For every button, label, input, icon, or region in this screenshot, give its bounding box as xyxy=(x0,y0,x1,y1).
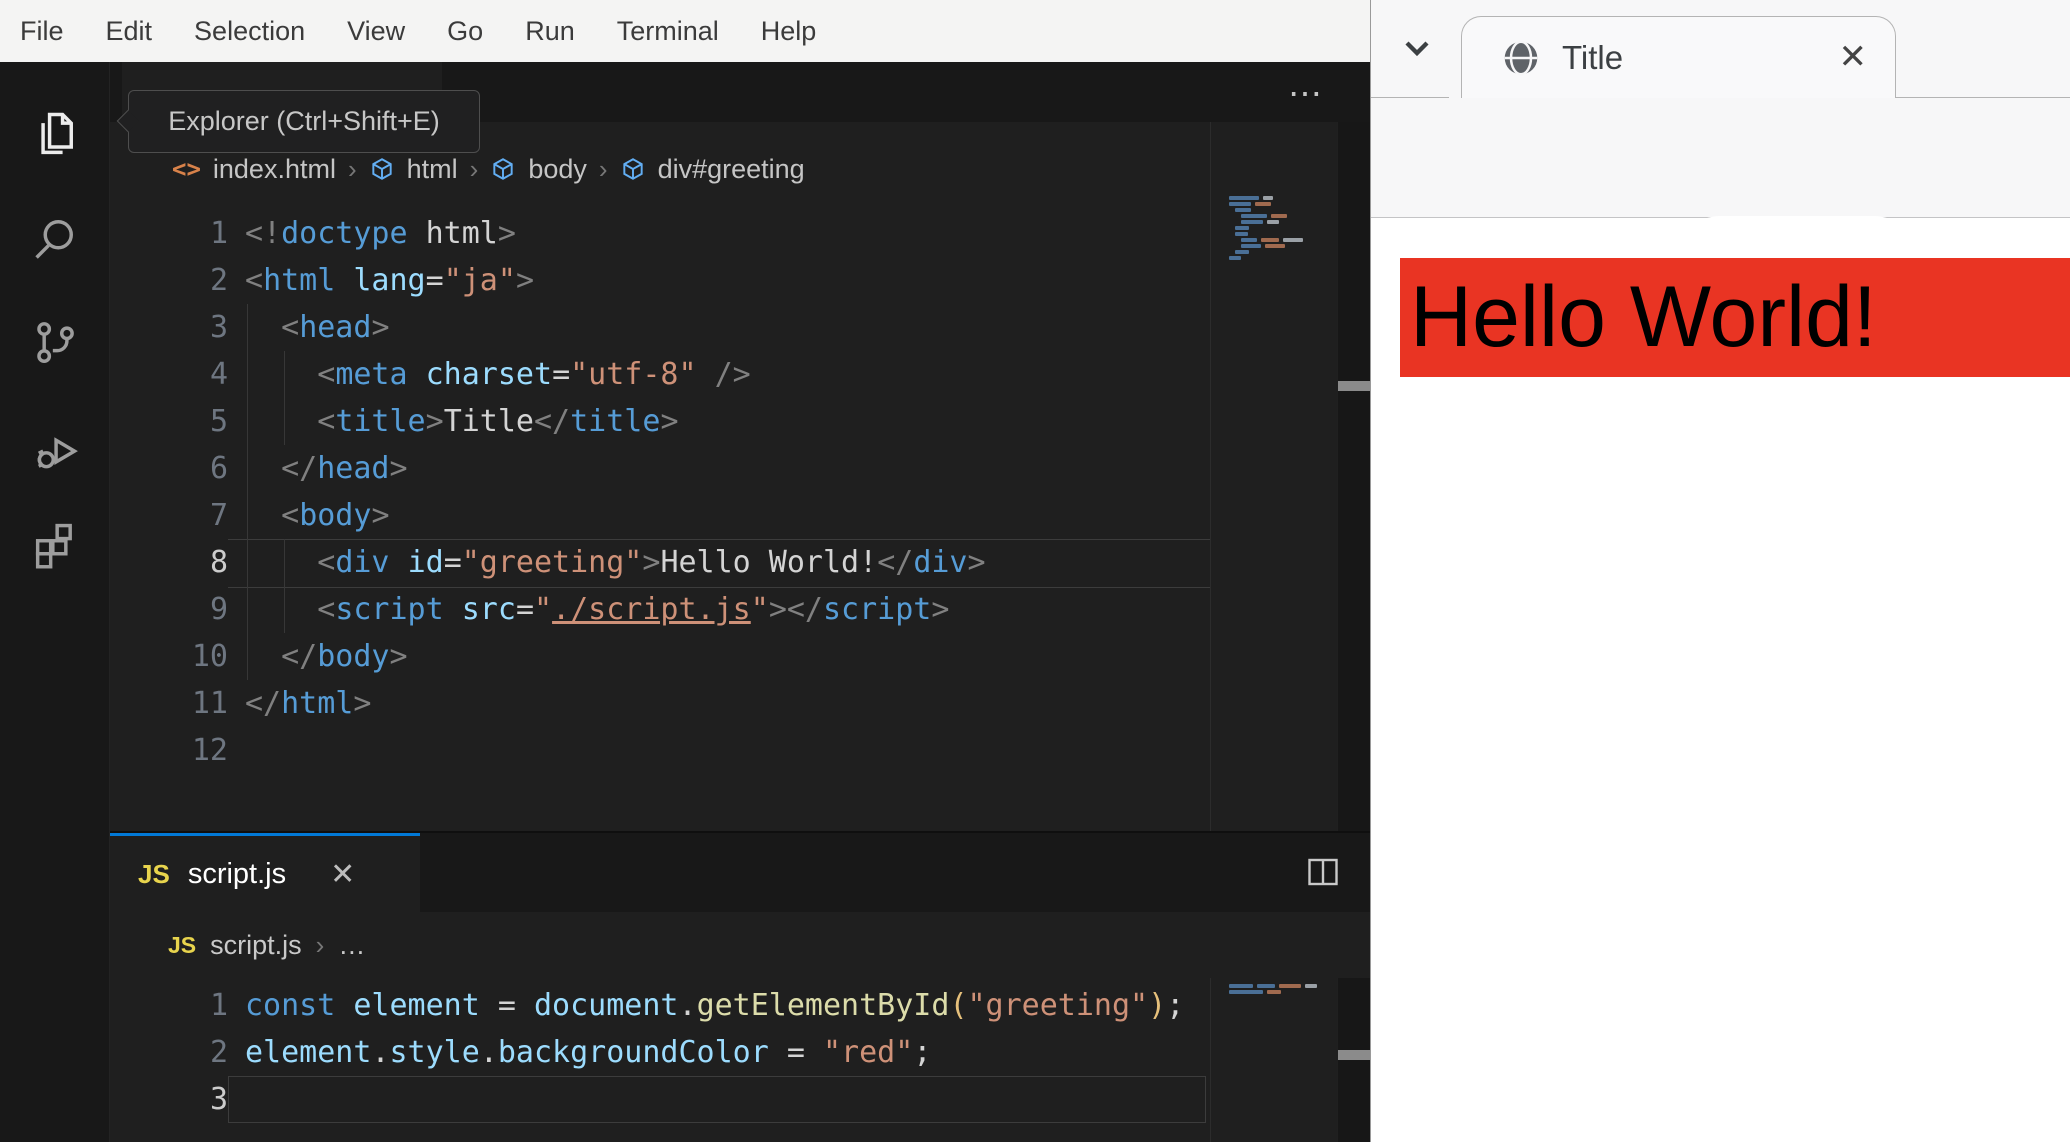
chevron-right-icon: › xyxy=(315,929,325,960)
code-line[interactable]: 5 <title>Title</title> xyxy=(110,398,1340,445)
browser-tab[interactable]: Title ✕ xyxy=(1461,16,1896,98)
code-line[interactable]: 3 <head> xyxy=(110,304,1340,351)
line-number: 6 xyxy=(209,451,228,486)
line-number: 10 xyxy=(191,639,228,674)
explorer-files-icon[interactable] xyxy=(0,82,110,186)
menu-item-edit[interactable]: Edit xyxy=(106,16,153,47)
screen: File Edit Selection View Go Run Terminal Help ⋯… xyxy=(0,0,2070,1142)
code-line[interactable]: 9 <script src="./script.js"></script> xyxy=(110,586,1340,633)
breadcrumb-div-seg[interactable]: div#greeting xyxy=(658,154,805,185)
greeting-banner: Hello World! xyxy=(1400,258,2070,377)
scrollbar-slider[interactable] xyxy=(1338,1050,1371,1060)
scrollbar-track[interactable] xyxy=(1337,122,1371,831)
html-editor[interactable]: 1 <!doctype html> 2 <html lang="ja"> 3 <head… xyxy=(110,210,1340,774)
run-debug-icon[interactable] xyxy=(0,398,110,502)
tab-search-chevron-down-icon[interactable] xyxy=(1397,28,1437,68)
line-number: 1 xyxy=(209,988,228,1023)
line-number: 3 xyxy=(209,1082,228,1117)
browser-window: Title ✕ ファイル /home/u xyxy=(1370,0,2070,1142)
search-icon[interactable] xyxy=(0,186,110,290)
menu-item-view[interactable]: View xyxy=(347,16,405,47)
code-line[interactable]: 7 <body> xyxy=(110,492,1340,539)
line-number: 8 xyxy=(209,545,228,580)
line-number: 3 xyxy=(209,310,228,345)
breadcrumb: JS script.js › … xyxy=(110,912,1370,978)
breadcrumb-body-seg[interactable]: body xyxy=(528,154,587,185)
scrollbar-slider[interactable] xyxy=(1338,381,1371,391)
scrollbar-track[interactable] xyxy=(1337,978,1371,1142)
line-number: 5 xyxy=(209,404,228,439)
split-editor-icon[interactable] xyxy=(1305,854,1341,890)
js-editor[interactable]: 1 const element = document.getElementById… xyxy=(110,982,1340,1123)
tab-title: Title xyxy=(1562,38,1624,76)
code-line[interactable]: 3 xyxy=(110,1076,1340,1123)
menu-item-file[interactable]: File xyxy=(20,16,64,47)
tab-script-js[interactable]: JS script.js ✕ xyxy=(110,833,420,912)
chevron-right-icon: › xyxy=(469,153,479,184)
line-number: 2 xyxy=(209,263,228,298)
code-line[interactable]: 12 xyxy=(110,727,1340,774)
line-number: 7 xyxy=(209,498,228,533)
tab-bar-js: JS script.js ✕ ⋯ xyxy=(110,833,1409,912)
source-control-icon[interactable] xyxy=(0,290,110,394)
menu-item-run[interactable]: Run xyxy=(525,16,575,47)
code-line[interactable]: 11 </html> xyxy=(110,680,1340,727)
browser-toolbar: ファイル /home/u xyxy=(1371,98,2070,294)
globe-icon xyxy=(1504,39,1538,76)
menu-item-terminal[interactable]: Terminal xyxy=(617,16,719,47)
menubar: File Edit Selection View Go Run Terminal Help xyxy=(0,0,1370,62)
code-line[interactable]: 2 <html lang="ja"> xyxy=(110,257,1340,304)
code-line[interactable]: 2 element.style.backgroundColor = "red"; xyxy=(110,1029,1340,1076)
more-actions-icon[interactable]: ⋯ xyxy=(1288,74,1324,114)
js-file-icon: JS xyxy=(138,858,170,889)
breadcrumb-file[interactable]: script.js xyxy=(210,930,302,961)
explorer-tooltip: Explorer (Ctrl+Shift+E) xyxy=(128,90,480,153)
line-number: 2 xyxy=(209,1035,228,1070)
html-file-icon: <> xyxy=(172,155,201,183)
symbol-cube-icon xyxy=(622,158,643,180)
extensions-icon[interactable] xyxy=(0,492,110,596)
symbol-cube-icon xyxy=(371,158,392,180)
code-line[interactable]: 4 <meta charset="utf-8" /> xyxy=(110,351,1340,398)
chevron-right-icon: › xyxy=(598,153,608,184)
browser-tab-strip: Title ✕ xyxy=(1371,0,2070,98)
activity-bar xyxy=(0,62,110,1142)
browser-page-content: Hello World! xyxy=(1371,218,2070,1142)
breadcrumb-file[interactable]: index.html xyxy=(213,154,336,185)
code-line[interactable]: 1 const element = document.getElementById… xyxy=(110,982,1340,1029)
menu-item-selection[interactable]: Selection xyxy=(194,16,305,47)
line-number: 11 xyxy=(191,686,228,721)
menu-item-help[interactable]: Help xyxy=(761,16,817,47)
code-line[interactable]: 6 </head> xyxy=(110,445,1340,492)
code-line[interactable]: 8 <div id="greeting">Hello World!</div> xyxy=(110,539,1340,586)
menu-item-go[interactable]: Go xyxy=(447,16,483,47)
line-number: 12 xyxy=(191,733,228,768)
tab-label: script.js xyxy=(187,857,287,890)
line-number: 9 xyxy=(209,592,228,627)
breadcrumb-more[interactable]: … xyxy=(338,930,365,961)
symbol-cube-icon xyxy=(493,158,513,180)
close-icon[interactable]: ✕ xyxy=(330,857,355,892)
code-line[interactable]: 1 <!doctype html> xyxy=(110,210,1340,257)
chevron-right-icon: › xyxy=(347,153,357,184)
code-line[interactable]: 10 </body> xyxy=(110,633,1340,680)
line-number: 4 xyxy=(209,357,228,392)
minimap[interactable] xyxy=(1210,122,1338,831)
minimap[interactable] xyxy=(1210,978,1338,1142)
js-file-icon: JS xyxy=(168,931,197,958)
line-number: 1 xyxy=(209,216,228,251)
breadcrumb-html-seg[interactable]: html xyxy=(407,154,458,185)
close-icon[interactable]: ✕ xyxy=(1839,37,1868,77)
